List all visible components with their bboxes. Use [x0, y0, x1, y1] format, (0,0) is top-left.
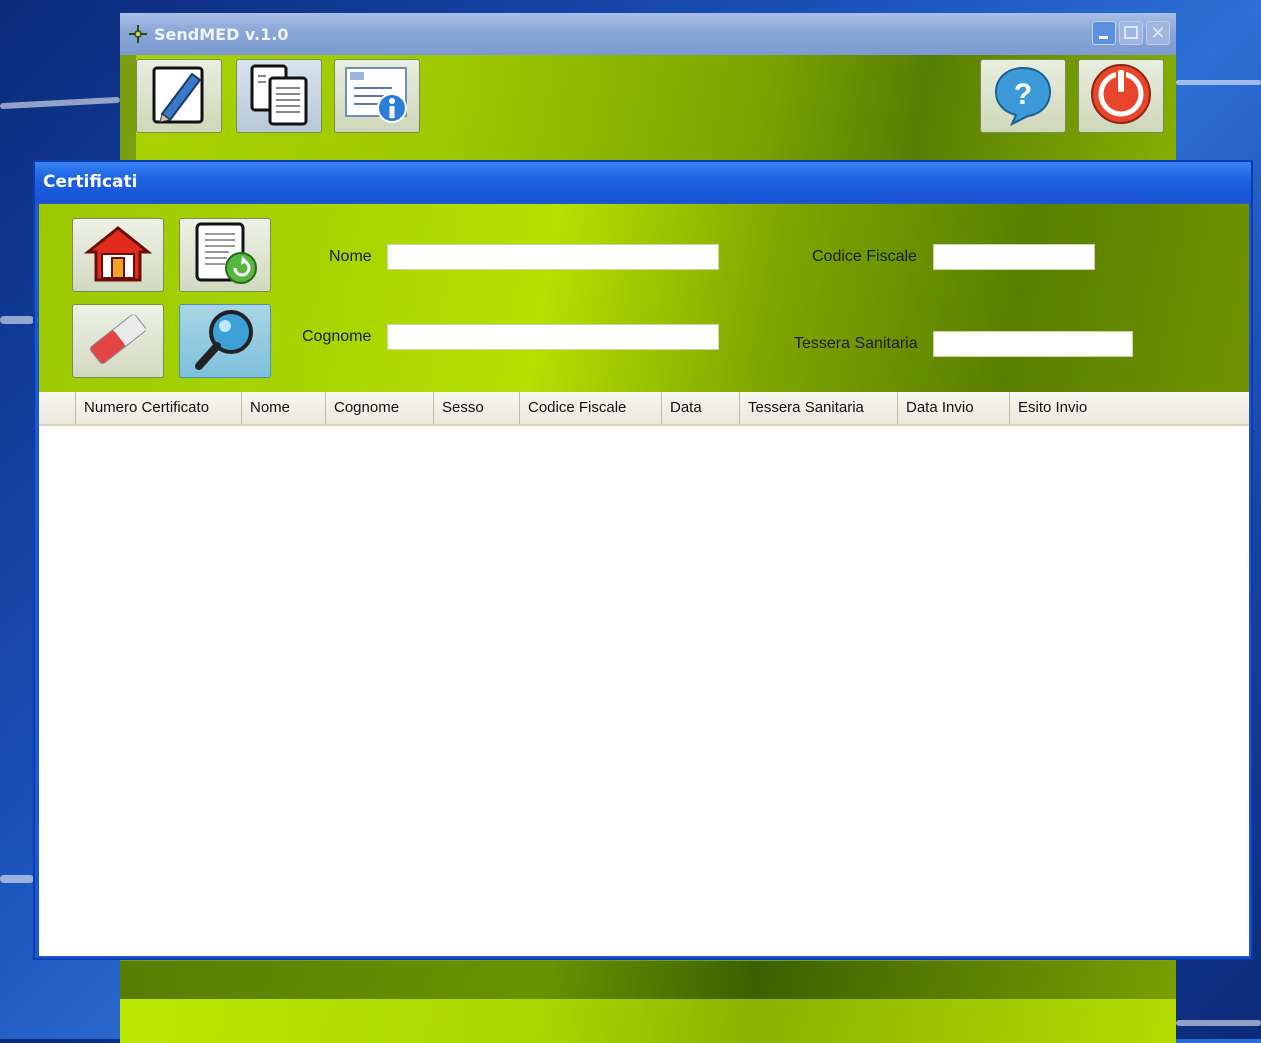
- cognome-input[interactable]: [387, 324, 719, 350]
- search-panel: Nome Cognome Codice Fiscale Tessera Sani…: [39, 204, 1249, 392]
- edit-button[interactable]: [136, 59, 222, 133]
- main-window-footer-band: [120, 999, 1176, 1043]
- certificati-window: Certificati Nome Cognome Codice Fiscale …: [33, 160, 1253, 960]
- search-button[interactable]: [179, 304, 271, 378]
- main-toolbar: ?: [136, 55, 1176, 161]
- help-button[interactable]: ?: [980, 59, 1066, 133]
- column-header-data[interactable]: Data: [661, 392, 739, 424]
- refresh-document-button[interactable]: [179, 218, 271, 292]
- column-header-data-invio[interactable]: Data Invio: [897, 392, 1009, 424]
- main-window-footer: [120, 961, 1176, 999]
- codice-fiscale-label: Codice Fiscale: [812, 248, 917, 265]
- nome-input[interactable]: [387, 244, 719, 270]
- main-title-bar[interactable]: SendMED v.1.0 ✕: [120, 13, 1176, 55]
- column-header-numero-certificato[interactable]: Numero Certificato: [75, 392, 241, 424]
- desktop-streak: [1176, 1020, 1261, 1026]
- certificati-grid[interactable]: Numero Certificato Nome Cognome Sesso Co…: [39, 392, 1249, 956]
- nome-label: Nome: [329, 248, 372, 265]
- info-button[interactable]: [334, 59, 420, 133]
- maximize-button[interactable]: [1119, 21, 1143, 45]
- home-button[interactable]: [72, 218, 164, 292]
- desktop-streak: [1176, 80, 1261, 85]
- exit-button[interactable]: [1078, 59, 1164, 133]
- documents-icon: [246, 62, 312, 131]
- minimize-button[interactable]: [1092, 21, 1116, 45]
- tessera-sanitaria-input[interactable]: [933, 331, 1133, 357]
- app-title: SendMED v.1.0: [154, 24, 289, 44]
- column-header-sesso[interactable]: Sesso: [433, 392, 519, 424]
- svg-text:?: ?: [1014, 78, 1032, 111]
- codice-fiscale-input[interactable]: [933, 244, 1095, 270]
- cognome-label: Cognome: [302, 328, 372, 345]
- certificati-title: Certificati: [43, 172, 138, 192]
- desktop-streak: [0, 316, 34, 324]
- magnifier-icon: [189, 306, 261, 377]
- app-logo-icon: [128, 24, 148, 44]
- power-icon: [1088, 61, 1154, 132]
- column-header-esito-invio[interactable]: Esito Invio: [1009, 392, 1139, 424]
- desktop-streak: [0, 875, 34, 883]
- copy-button[interactable]: [236, 59, 322, 133]
- clear-button[interactable]: [72, 304, 164, 378]
- desktop-streak: [0, 96, 121, 110]
- eraser-icon: [82, 309, 154, 374]
- grid-header: Numero Certificato Nome Cognome Sesso Co…: [39, 392, 1249, 426]
- close-button[interactable]: ✕: [1146, 21, 1170, 45]
- home-icon: [82, 222, 154, 289]
- pencil-document-icon: [148, 62, 210, 131]
- help-bubble-icon: ?: [990, 62, 1056, 131]
- grid-body: [39, 426, 1249, 956]
- column-header-tessera-sanitaria[interactable]: Tessera Sanitaria: [739, 392, 897, 424]
- column-header-nome[interactable]: Nome: [241, 392, 325, 424]
- info-form-icon: [342, 62, 412, 131]
- tessera-sanitaria-label: Tessera Sanitaria: [794, 335, 918, 352]
- document-refresh-icon: [189, 220, 261, 291]
- certificati-title-bar[interactable]: Certificati: [35, 162, 1251, 202]
- column-header-cognome[interactable]: Cognome: [325, 392, 433, 424]
- column-header-codice-fiscale[interactable]: Codice Fiscale: [519, 392, 661, 424]
